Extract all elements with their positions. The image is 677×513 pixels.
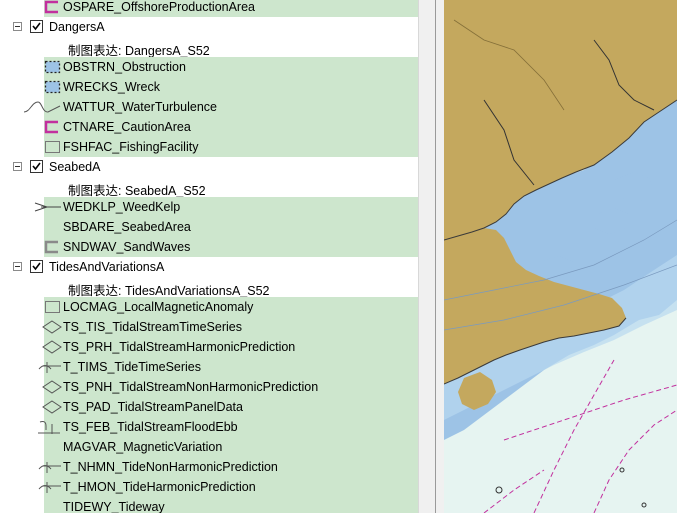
layer-label: OSPARE_OffshoreProductionArea <box>63 0 255 14</box>
magenta-bracket-icon <box>44 0 62 14</box>
collapse-toggle-icon[interactable] <box>13 162 22 171</box>
group-tidesandvariationsa[interactable]: TidesAndVariationsA <box>0 257 418 277</box>
layer-label: TS_TIS_TidalStreamTimeSeries <box>63 320 242 334</box>
rep-seabeda[interactable]: 制图表达: SeabedA_S52 <box>0 177 418 198</box>
layer-label: TS_PAD_TidalStreamPanelData <box>63 400 243 414</box>
tide-gauge-icon <box>37 360 63 374</box>
layer-label: TIDEWY_Tideway <box>63 500 165 513</box>
layer-t-nhmn[interactable]: T_NHMN_TideNonHarmonicPrediction <box>0 457 418 477</box>
table-of-contents-panel: OSPARE_OffshoreProductionArea DangersA 制图表… <box>0 0 418 513</box>
layer-label: TS_PRH_TidalStreamHarmonicPrediction <box>63 340 296 354</box>
layer-ts-tis[interactable]: TS_TIS_TidalStreamTimeSeries <box>0 317 418 337</box>
grey-box-icon <box>44 140 62 154</box>
chart-map-canvas <box>444 0 677 513</box>
diamond-icon <box>41 400 63 414</box>
layer-visibility-checkbox[interactable] <box>30 160 43 173</box>
layer-label: CTNARE_CautionArea <box>63 120 191 134</box>
layer-locmag[interactable]: LOCMAG_LocalMagneticAnomaly <box>0 297 418 317</box>
layer-label: OBSTRN_Obstruction <box>63 60 186 74</box>
layer-obstrn[interactable]: OBSTRN_Obstruction <box>0 57 418 77</box>
layer-ts-prh[interactable]: TS_PRH_TidalStreamHarmonicPrediction <box>0 337 418 357</box>
layer-label: MAGVAR_MagneticVariation <box>63 440 223 454</box>
layer-wrecks[interactable]: WRECKS_Wreck <box>0 77 418 97</box>
layer-label: LOCMAG_LocalMagneticAnomaly <box>63 300 254 314</box>
tide-gauge-icon <box>37 460 63 474</box>
layer-ospare[interactable]: OSPARE_OffshoreProductionArea <box>0 0 418 17</box>
layer-label: TS_PNH_TidalStreamNonHarmonicPrediction <box>63 380 319 394</box>
tide-gauge-icon <box>37 480 63 494</box>
layer-sbdare[interactable]: SBDARE_SeabedArea <box>0 217 418 237</box>
flood-ebb-icon <box>36 420 62 434</box>
layer-t-hmon[interactable]: T_HMON_TideHarmonicPrediction <box>0 477 418 497</box>
layer-label: T_TIMS_TideTimeSeries <box>63 360 201 374</box>
layer-t-tims[interactable]: T_TIMS_TideTimeSeries <box>0 357 418 377</box>
layer-ctnare[interactable]: CTNARE_CautionArea <box>0 117 418 137</box>
layer-label: SBDARE_SeabedArea <box>63 220 191 234</box>
diamond-icon <box>41 320 63 334</box>
magenta-bracket-icon <box>44 120 62 134</box>
collapse-toggle-icon[interactable] <box>13 22 22 31</box>
layer-label: WRECKS_Wreck <box>63 80 161 94</box>
group-label: TidesAndVariationsA <box>49 260 165 274</box>
layer-visibility-checkbox[interactable] <box>30 20 43 33</box>
layer-wattur[interactable]: WATTUR_WaterTurbulence <box>0 97 418 117</box>
layer-label: T_NHMN_TideNonHarmonicPrediction <box>63 460 278 474</box>
layer-ts-pad[interactable]: TS_PAD_TidalStreamPanelData <box>0 397 418 417</box>
layer-label: TS_FEB_TidalStreamFloodEbb <box>63 420 238 434</box>
layer-visibility-checkbox[interactable] <box>30 260 43 273</box>
map-view[interactable] <box>444 0 677 513</box>
rep-dangersa[interactable]: 制图表达: DangersA_S52 <box>0 37 418 58</box>
grey-bracket-icon <box>44 240 62 254</box>
dotted-blue-box-icon <box>44 80 62 94</box>
layer-fshfac[interactable]: FSHFAC_FishingFacility <box>0 137 418 157</box>
layer-label: SNDWAV_SandWaves <box>63 240 191 254</box>
layer-tidewy[interactable]: TIDEWY_Tideway <box>0 497 418 513</box>
collapse-toggle-icon[interactable] <box>13 262 22 271</box>
group-label: DangersA <box>49 20 105 34</box>
diamond-icon <box>41 340 63 354</box>
layer-magvar[interactable]: MAGVAR_MagneticVariation <box>0 437 418 457</box>
panel-splitter[interactable] <box>418 0 444 513</box>
group-label: SeabedA <box>49 160 101 174</box>
layer-label: FSHFAC_FishingFacility <box>63 140 199 154</box>
grey-box-icon <box>44 300 62 314</box>
wave-line-icon <box>22 100 62 114</box>
layer-ts-pnh[interactable]: TS_PNH_TidalStreamNonHarmonicPrediction <box>0 377 418 397</box>
dotted-blue-box-icon <box>44 60 62 74</box>
layer-sndwav[interactable]: SNDWAV_SandWaves <box>0 237 418 257</box>
diamond-icon <box>41 380 63 394</box>
layer-label: WATTUR_WaterTurbulence <box>63 100 217 114</box>
layer-wedklp[interactable]: WEDKLP_WeedKelp <box>0 197 418 217</box>
rep-tidesandvariationsa[interactable]: 制图表达: TidesAndVariationsA_S52 <box>0 277 418 298</box>
layer-ts-feb[interactable]: TS_FEB_TidalStreamFloodEbb <box>0 417 418 437</box>
layer-label: T_HMON_TideHarmonicPrediction <box>63 480 256 494</box>
layer-label: WEDKLP_WeedKelp <box>63 200 181 214</box>
arrow-line-icon <box>33 200 63 214</box>
group-dangersa[interactable]: DangersA <box>0 17 418 37</box>
group-seabeda[interactable]: SeabedA <box>0 157 418 177</box>
